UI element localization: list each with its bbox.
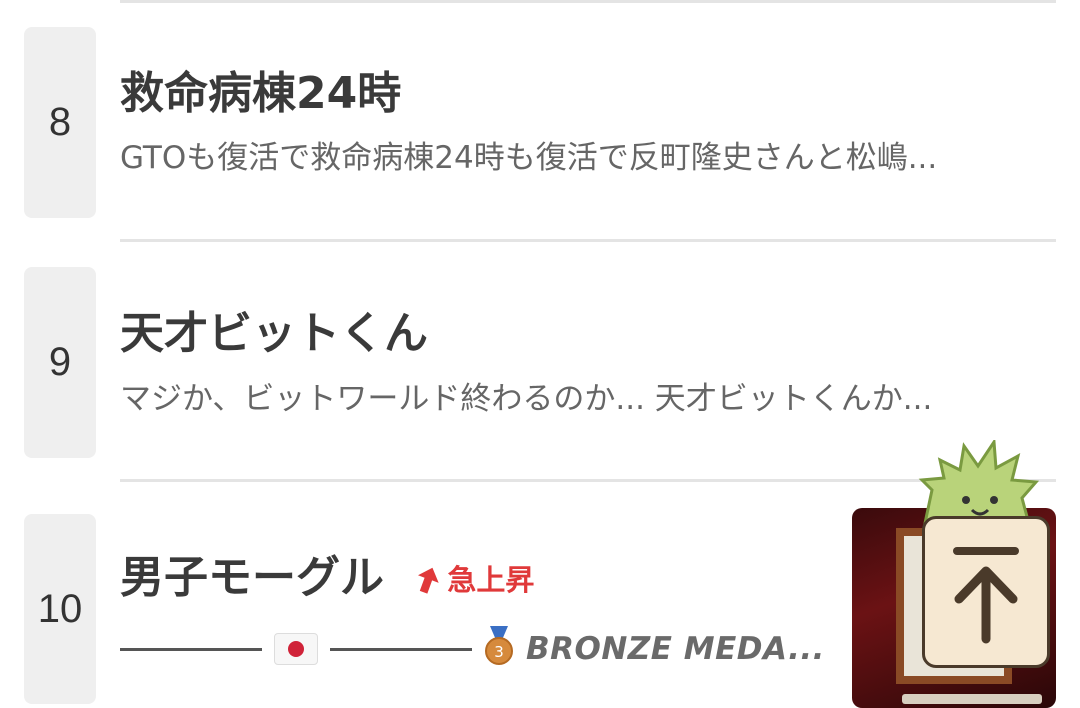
rank-badge: 8 (24, 27, 96, 218)
trend-label: 急上昇 (447, 562, 535, 597)
dash-line (120, 647, 262, 651)
item-title[interactable]: 天才ビットくん (120, 312, 428, 356)
rank-badge: 10 (24, 514, 96, 704)
bronze-medal-icon: 3 (484, 626, 514, 672)
item-title-row[interactable]: 男子モーグル 急上昇 (120, 556, 534, 600)
snippet-text: BRONZE MEDA... (526, 630, 825, 667)
item-title[interactable]: 男子モーグル (120, 552, 384, 603)
rank-badge: 9 (24, 267, 96, 458)
item-title[interactable]: 救命病棟24時 (120, 72, 401, 116)
scroll-to-top-button[interactable] (922, 516, 1050, 668)
item-snippet: 3 BRONZE MEDA... (120, 626, 825, 672)
item-snippet: GTOも復活で救命病棟24時も復活で反町隆史さんと松嶋... (120, 140, 938, 176)
divider (120, 239, 1056, 242)
scroll-to-top-icon (953, 547, 1019, 644)
trend-badge: 急上昇 (415, 565, 534, 595)
trend-up-arrow-icon (418, 567, 440, 594)
divider (120, 0, 1056, 3)
svg-text:3: 3 (494, 643, 504, 661)
dash-line (330, 647, 472, 651)
item-snippet: マジか、ビットワールド終わるのか... 天才ビットくんか... (120, 381, 933, 417)
japan-flag-icon (274, 633, 318, 665)
thumbnail-label (902, 694, 1042, 704)
